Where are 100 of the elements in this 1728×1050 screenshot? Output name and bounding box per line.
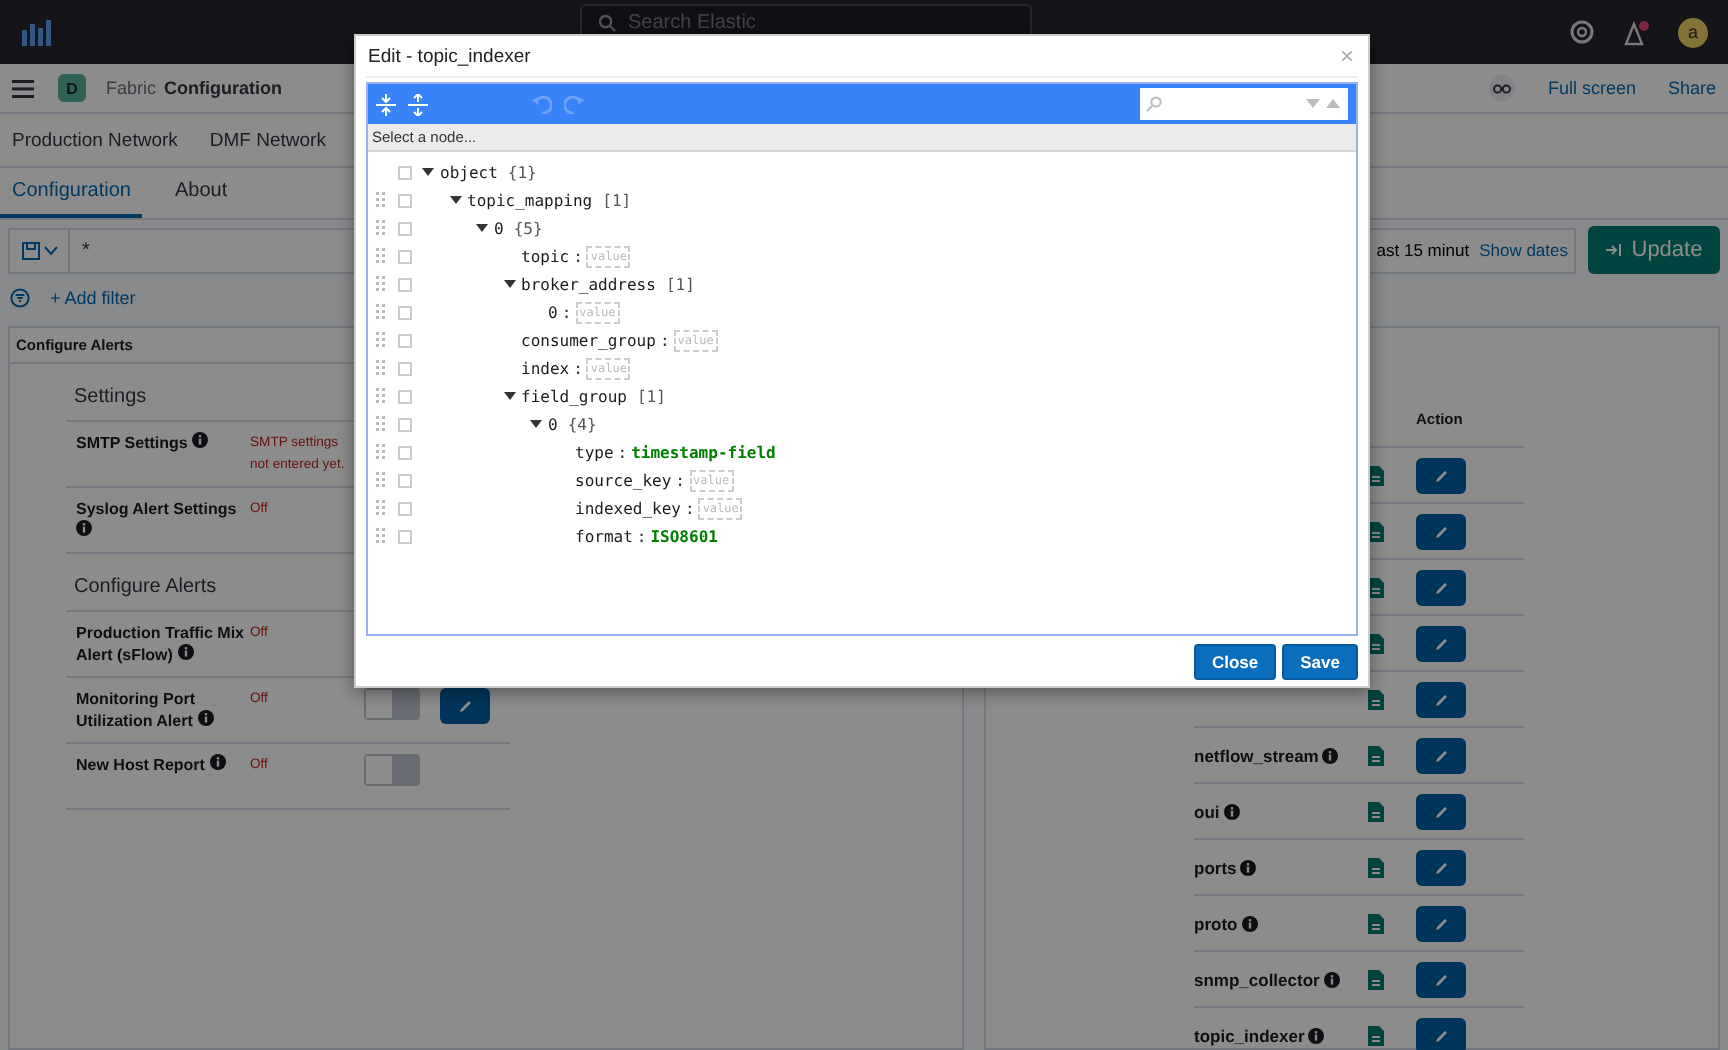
drag-handle-icon[interactable] [375, 220, 385, 236]
checkbox[interactable] [397, 305, 411, 319]
checkbox[interactable] [397, 277, 411, 291]
node-key: type [575, 443, 614, 461]
info-icon [197, 710, 214, 726]
tab[interactable]: About [162, 168, 240, 218]
edit-button[interactable] [1416, 681, 1466, 717]
node-key: object [440, 163, 498, 181]
edit-button[interactable] [1416, 849, 1466, 885]
edit-button[interactable] [1416, 513, 1466, 549]
checkbox[interactable] [397, 193, 411, 207]
edit-button[interactable] [1416, 457, 1466, 493]
header-link[interactable]: Full screen [1547, 78, 1636, 98]
glasses-icon[interactable] [1487, 74, 1516, 102]
show-dates-link[interactable]: Show dates [1479, 240, 1568, 260]
table-cell: snmp_collector [1194, 969, 1368, 989]
edit-button[interactable] [440, 688, 490, 724]
drag-handle-icon[interactable] [375, 500, 385, 516]
edit-button[interactable] [1416, 625, 1466, 661]
checkbox[interactable] [397, 389, 411, 403]
node-count: [1] [665, 275, 695, 293]
info-icon [1323, 971, 1340, 987]
node-key: indexed_key [575, 499, 681, 517]
edit-button[interactable] [1416, 737, 1466, 773]
collapse-all-icon[interactable] [408, 93, 428, 115]
breadcrumb[interactable]: Fabric [106, 78, 157, 98]
drag-handle-icon[interactable] [375, 528, 385, 544]
drag-handle-icon[interactable] [375, 444, 385, 460]
node-key: topic_mapping [467, 191, 593, 209]
edit-button[interactable] [1416, 961, 1466, 997]
node-value[interactable]: timestamp-field [631, 443, 776, 461]
caret-icon[interactable] [503, 390, 515, 402]
drag-handle-icon[interactable] [375, 416, 385, 432]
node-key: field_group [521, 387, 627, 405]
pencil-icon [1433, 635, 1449, 651]
caret-icon[interactable] [503, 278, 515, 290]
table-cell: proto [1194, 913, 1368, 933]
tree-search-field[interactable] [1140, 88, 1348, 120]
pencil-icon [1433, 971, 1449, 987]
edit-button[interactable] [1416, 793, 1466, 829]
tab[interactable]: Configuration [0, 168, 143, 218]
checkbox[interactable] [397, 445, 411, 459]
checkbox[interactable] [397, 501, 411, 515]
search-icon [1146, 96, 1162, 112]
prev-next-icon[interactable] [1306, 98, 1342, 110]
alert-label: Monitoring Port Utilization Alert [76, 688, 250, 732]
table-cell: ports [1194, 857, 1368, 877]
checkbox[interactable] [397, 249, 411, 263]
filter-icon[interactable] [10, 288, 30, 308]
help-icon[interactable] [1570, 20, 1594, 44]
notification-icon[interactable] [1622, 19, 1650, 45]
app-tab[interactable]: Production Network [12, 129, 178, 151]
alert-label: New Host Report [76, 754, 250, 776]
checkbox[interactable] [397, 165, 411, 179]
checkbox[interactable] [397, 529, 411, 543]
drag-handle-icon[interactable] [375, 360, 385, 376]
logo-icon[interactable] [20, 18, 52, 46]
separator: : [636, 527, 647, 545]
edit-button[interactable] [1416, 1017, 1466, 1050]
drag-handle-icon[interactable] [375, 192, 385, 208]
drag-handle-icon[interactable] [375, 304, 385, 320]
edit-button[interactable] [1416, 905, 1466, 941]
expand-all-icon[interactable] [376, 93, 396, 115]
separator: : [573, 247, 583, 265]
app-tab[interactable]: DMF Network [209, 129, 326, 151]
separator: : [684, 499, 695, 517]
checkbox[interactable] [397, 417, 411, 431]
update-button[interactable]: Update [1588, 226, 1720, 274]
toggle-switch[interactable] [364, 688, 420, 720]
close-button[interactable]: × [1335, 42, 1358, 70]
drag-handle-icon[interactable] [375, 332, 385, 348]
user-avatar[interactable]: a [1678, 17, 1708, 47]
drag-handle-icon[interactable] [375, 276, 385, 292]
drag-handle-icon[interactable] [375, 388, 385, 404]
menu-icon[interactable] [12, 79, 34, 97]
checkbox[interactable] [397, 333, 411, 347]
save-icon [21, 241, 39, 259]
header-link[interactable]: Share [1667, 78, 1716, 98]
toggle-switch[interactable] [364, 754, 420, 786]
drag-handle-icon[interactable] [375, 472, 385, 488]
pencil-icon [1433, 859, 1449, 875]
dialog-button[interactable]: Close [1193, 643, 1277, 679]
drag-handle-icon[interactable] [375, 248, 385, 264]
dialog-button[interactable]: Save [1282, 643, 1358, 679]
table-cell: topic_indexer [1194, 1025, 1368, 1045]
space-badge[interactable]: D [58, 74, 86, 102]
checkbox[interactable] [397, 361, 411, 375]
add-filter-link[interactable]: + Add filter [50, 288, 136, 308]
checkbox[interactable] [397, 473, 411, 487]
pencil-icon [1433, 1027, 1449, 1043]
node-key: broker_address [521, 275, 656, 293]
document-icon[interactable] [1368, 689, 1384, 709]
node-value[interactable]: ISO8601 [650, 527, 718, 545]
checkbox[interactable] [397, 221, 411, 235]
info-icon [177, 644, 194, 660]
edit-button[interactable] [1416, 569, 1466, 605]
caret-icon[interactable] [530, 418, 542, 430]
node-key: format [575, 527, 633, 545]
alert-label: SMTP Settings [76, 432, 250, 454]
caret-icon[interactable] [449, 194, 461, 206]
